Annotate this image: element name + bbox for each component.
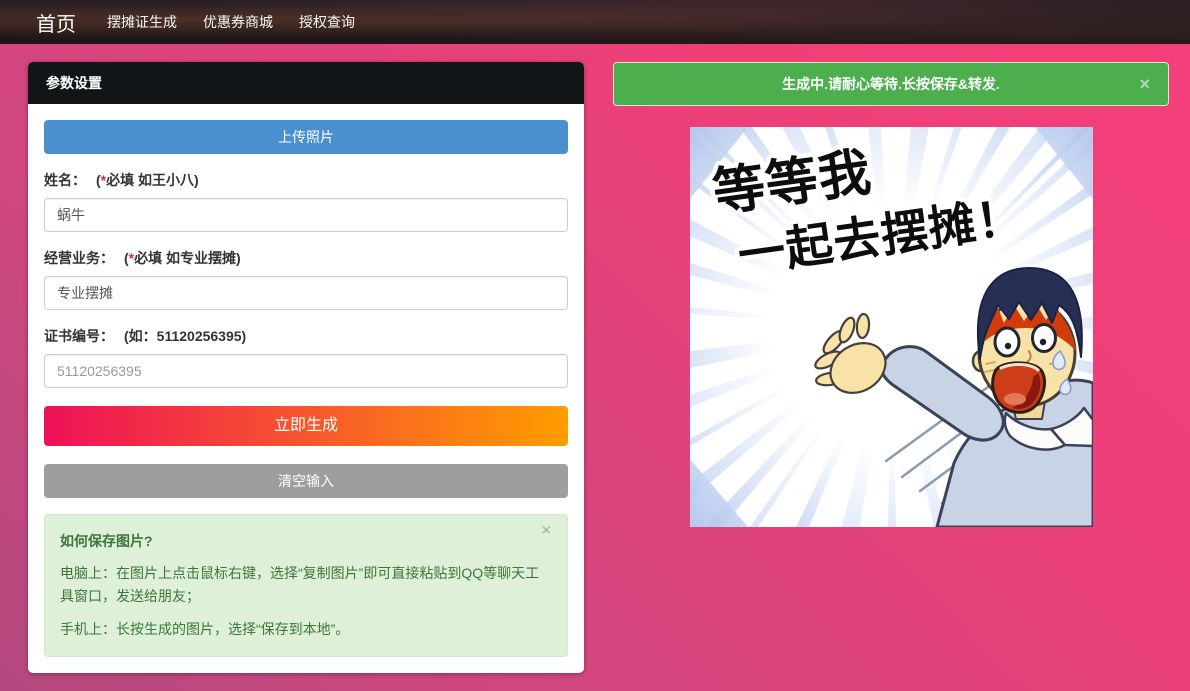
upload-photo-button[interactable]: 上传照片 xyxy=(44,120,568,154)
cert-number-field-group: 证书编号：(如：51120256395) xyxy=(44,326,568,388)
nav-item-license-query[interactable]: 授权查询 xyxy=(286,12,368,32)
business-input[interactable] xyxy=(44,276,568,310)
status-banner: 生成中.请耐心等待.长按保存&转发. × xyxy=(613,62,1169,106)
help-close-icon[interactable]: × xyxy=(536,522,557,540)
result-column: 生成中.请耐心等待.长按保存&转发. × xyxy=(613,62,1169,527)
banner-close-icon[interactable]: × xyxy=(1133,74,1156,94)
page-content: 参数设置 上传照片 姓名：(*必填 如王小八) 经营业务：(*必填 如专业摆摊)… xyxy=(0,44,1190,673)
name-input[interactable] xyxy=(44,198,568,232)
cert-number-label: 证书编号：(如：51120256395) xyxy=(44,326,568,346)
help-text-mobile: 手机上：长按生成的图片，选择“保存到本地”。 xyxy=(60,618,552,641)
help-box: × 如何保存图片? 电脑上：在图片上点击鼠标右键，选择“复制图片”即可直接粘贴到… xyxy=(44,514,568,657)
panel-title: 参数设置 xyxy=(28,62,584,104)
generate-button[interactable]: 立即生成 xyxy=(44,406,568,446)
business-label: 经营业务：(*必填 如专业摆摊) xyxy=(44,248,568,268)
status-banner-text: 生成中.请耐心等待.长按保存&转发. xyxy=(782,76,1000,92)
nav-item-coupon-mall[interactable]: 优惠券商城 xyxy=(190,12,286,32)
generated-image[interactable]: 等等我 一起去摆摊！ xyxy=(690,127,1093,527)
meme-canvas: 等等我 一起去摆摊！ xyxy=(690,127,1093,527)
nav-item-certificate-generator[interactable]: 摆摊证生成 xyxy=(94,12,190,32)
help-text-pc: 电脑上：在图片上点击鼠标右键，选择“复制图片”即可直接粘贴到QQ等聊天工具窗口，… xyxy=(60,562,552,608)
cert-number-input[interactable] xyxy=(44,354,568,388)
navbar: 首页 摆摊证生成 优惠券商城 授权查询 xyxy=(0,0,1190,44)
help-title: 如何保存图片? xyxy=(60,530,552,553)
name-label: 姓名：(*必填 如王小八) xyxy=(44,170,568,190)
name-field-group: 姓名：(*必填 如王小八) xyxy=(44,170,568,232)
clear-input-button[interactable]: 清空输入 xyxy=(44,464,568,498)
settings-panel: 参数设置 上传照片 姓名：(*必填 如王小八) 经营业务：(*必填 如专业摆摊)… xyxy=(28,62,584,673)
nav-brand-home[interactable]: 首页 xyxy=(36,8,76,37)
business-field-group: 经营业务：(*必填 如专业摆摊) xyxy=(44,248,568,310)
